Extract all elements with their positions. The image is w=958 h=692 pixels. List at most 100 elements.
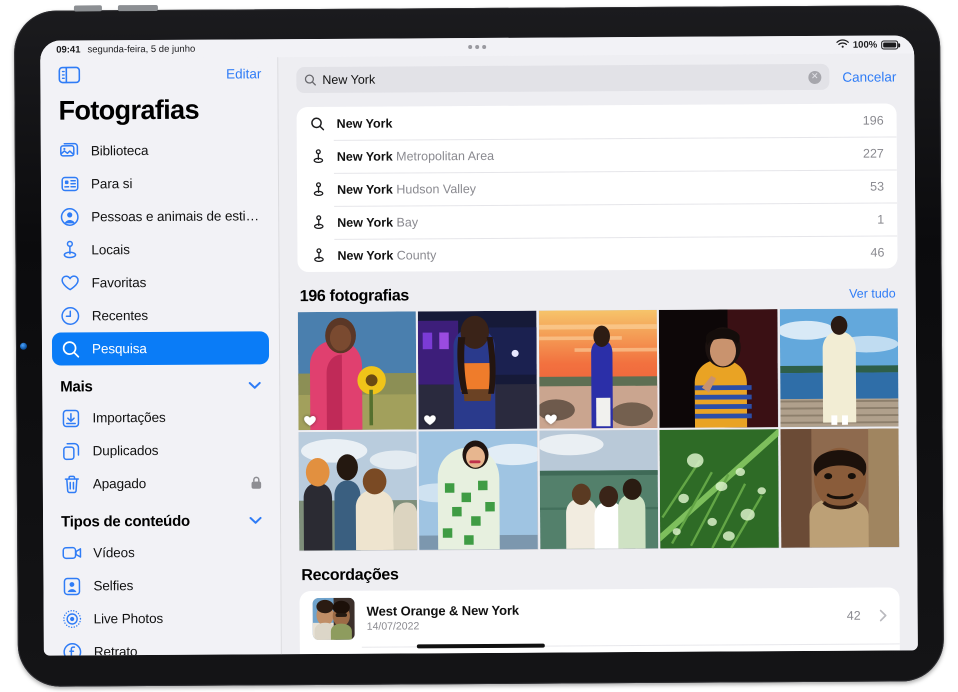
suggestion-row[interactable]: New York Bay 1 — [297, 202, 897, 239]
photo-cell[interactable] — [539, 430, 659, 550]
multitasking-dots-icon — [468, 44, 487, 50]
sidebar-item-videos[interactable]: Vídeos — [53, 535, 270, 569]
sidebar-item-locais[interactable]: Locais — [51, 232, 268, 266]
sidebar-item-label: Favoritas — [91, 275, 147, 291]
photo-cell[interactable] — [418, 431, 539, 551]
photo-cell[interactable] — [418, 310, 538, 430]
sidebar-item-label: Para si — [90, 176, 133, 192]
sidebar-item-recentes[interactable]: Recentes — [52, 298, 269, 332]
trash-icon — [61, 473, 82, 494]
map-pin-icon — [310, 248, 326, 263]
sidebar-item-selfies[interactable]: Selfies — [53, 568, 270, 602]
cancel-button[interactable]: Cancelar — [842, 69, 896, 84]
sidebar-item-live-photos[interactable]: Live Photos — [54, 601, 271, 635]
suggestion-count: 46 — [870, 245, 885, 260]
memories-list: West Orange & New York 14/07/2022 42 — [299, 587, 901, 655]
photo-cell[interactable] — [297, 311, 417, 431]
photo-thumbnail — [779, 308, 899, 428]
photo-cell[interactable] — [658, 309, 779, 429]
photo-cell[interactable] — [659, 429, 779, 549]
photo-cell[interactable] — [538, 309, 658, 430]
sidebar-section-title: Tipos de conteúdo — [61, 512, 190, 531]
suggestion-rest: County — [393, 247, 437, 263]
screenshot-root: 09:41 segunda-feira, 5 de junho 100% Edi… — [0, 0, 958, 692]
sidebar-section-tipos-de-conteudo[interactable]: Tipos de conteúdo — [43, 499, 280, 536]
memory-row[interactable]: West Orange & New York 14/07/2022 42 — [299, 587, 899, 647]
sidebar-item-label: Duplicados — [92, 442, 159, 459]
see-all-button[interactable]: Ver tudo — [849, 286, 896, 300]
person-circle-icon — [59, 206, 80, 227]
sidebar-item-importacoes[interactable]: Importações — [52, 400, 269, 434]
search-input[interactable]: New York ✕ — [296, 63, 830, 94]
sidebar-item-apagado[interactable]: Apagado — [53, 466, 270, 500]
memory-text-block: West Orange & New York 14/07/2022 — [367, 603, 520, 633]
import-icon — [60, 407, 81, 428]
suggestion-count: 227 — [862, 146, 884, 161]
chevron-down-icon[interactable] — [248, 376, 261, 394]
memory-date: 14/07/2022 — [366, 620, 420, 634]
device-screen: 09:41 segunda-feira, 5 de junho 100% Edi… — [40, 35, 918, 656]
portrait-icon — [62, 641, 83, 656]
sidebar-item-label: Retrato — [93, 644, 138, 656]
search-icon — [60, 338, 81, 359]
photo-thumbnail — [659, 429, 779, 549]
suggestion-bold: New York — [337, 248, 394, 263]
sidebar-item-favoritas[interactable]: Favoritas — [52, 265, 269, 299]
sidebar-toggle-icon[interactable] — [58, 66, 81, 84]
sidebar-section-title: Mais — [60, 377, 93, 396]
sidebar-item-label: Live Photos — [93, 610, 164, 627]
sidebar-item-label: Vídeos — [93, 545, 135, 561]
favorite-heart-icon — [303, 413, 316, 426]
photo-stack-icon — [59, 140, 80, 161]
suggestion-count: 196 — [862, 113, 884, 128]
sidebar-item-biblioteca[interactable]: Biblioteca — [51, 133, 268, 167]
map-pin-icon — [310, 215, 326, 230]
sidebar-item-pesquisa[interactable]: Pesquisa — [51, 331, 270, 366]
app-body: Editar Fotografias Biblioteca Para si Pe… — [40, 53, 918, 656]
photo-cell[interactable] — [780, 428, 900, 548]
sidebar-item-retrato[interactable]: Retrato — [54, 634, 271, 656]
sidebar-item-para-si[interactable]: Para si — [51, 166, 268, 200]
sidebar-section-mais[interactable]: Mais — [42, 364, 279, 401]
home-indicator[interactable] — [416, 643, 545, 649]
suggestion-row[interactable]: New York Hudson Valley 53 — [297, 169, 897, 206]
suggestion-label: New York — [337, 116, 393, 130]
photos-section-header: 196 fotografias Ver tudo — [298, 284, 898, 306]
search-results-scroll[interactable]: New York 196 New York Metropolitan Area — [279, 97, 918, 655]
suggestion-row[interactable]: New York 196 — [297, 103, 897, 140]
sidebar-item-label: Importações — [92, 409, 166, 426]
memory-title: West Orange & New York — [366, 603, 520, 620]
map-pin-icon — [310, 182, 326, 197]
suggestion-row[interactable]: New York Metropolitan Area 227 — [297, 136, 897, 173]
suggestions-list: New York 196 New York Metropolitan Area — [296, 103, 898, 273]
heart-icon — [60, 272, 81, 293]
photo-thumbnail — [418, 431, 539, 551]
map-pin-icon — [59, 239, 80, 260]
edit-button[interactable]: Editar — [226, 66, 261, 81]
suggestion-label: New York Hudson Valley — [337, 182, 476, 197]
chevron-down-icon[interactable] — [249, 511, 262, 529]
search-icon — [304, 74, 316, 86]
suggestion-bold: New York — [336, 149, 393, 164]
suggestion-count: 53 — [870, 179, 885, 194]
suggestion-rest: Bay — [393, 214, 419, 230]
clock-icon — [60, 305, 81, 326]
photo-thumbnail — [298, 431, 418, 551]
sidebar-item-duplicados[interactable]: Duplicados — [53, 433, 270, 467]
volume-down-button[interactable] — [73, 5, 102, 12]
suggestion-label: New York County — [337, 248, 436, 263]
volume-up-button[interactable] — [117, 4, 158, 12]
clear-circle-icon[interactable]: ✕ — [808, 70, 822, 84]
photos-count-title: 196 fotografias — [299, 287, 410, 306]
sidebar-item-label: Selfies — [93, 578, 134, 594]
favorite-heart-icon — [424, 413, 437, 426]
suggestion-bold: New York — [337, 215, 394, 230]
sidebar: Editar Fotografias Biblioteca Para si Pe… — [40, 57, 282, 656]
photo-cell[interactable] — [298, 431, 418, 551]
sidebar-item-pessoas[interactable]: Pessoas e animais de estim… — [51, 199, 268, 233]
sidebar-item-label: Locais — [91, 242, 130, 258]
sidebar-item-label: Apagado — [92, 476, 147, 492]
ipad-device-frame: 09:41 segunda-feira, 5 de junho 100% Edi… — [13, 4, 945, 687]
suggestion-row[interactable]: New York County 46 — [297, 235, 897, 272]
photo-cell[interactable] — [779, 308, 899, 428]
